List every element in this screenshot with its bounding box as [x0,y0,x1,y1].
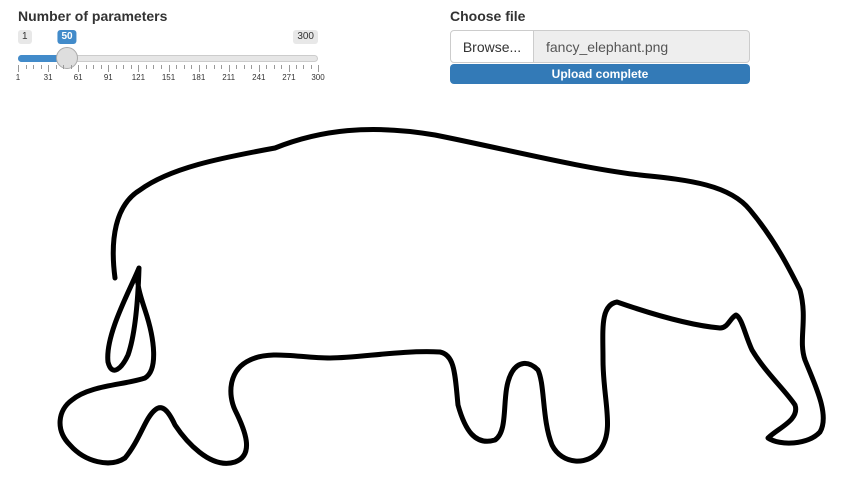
slider-minor-tick [63,65,65,69]
slider-minor-tick [243,65,245,69]
slider-minor-tick [33,65,35,69]
slider-tick [168,65,170,72]
slider-tick-label: 211 [222,73,236,82]
slider-minor-tick [115,65,117,69]
slider-tick-label: 300 [311,73,325,82]
slider-minor-tick [236,65,238,69]
parameters-slider[interactable]: 1 300 50 1 31 61 91 121 151 181 211 241 271 300 [15,28,325,88]
slider-tick-label: 241 [252,73,266,82]
slider-minor-tick [85,65,87,69]
slider-tick [258,65,260,72]
slider-minor-tick [213,65,215,69]
slider-max-label: 300 [293,30,318,44]
slider-minor-tick [266,65,268,69]
slider-tick [138,65,140,72]
slider-minor-tick [123,65,125,69]
slider-minor-tick [93,65,95,69]
slider-minor-tick [55,65,57,69]
slider-tick [18,65,19,72]
slider-tick-label: 151 [161,73,176,82]
elephant-plot [57,127,826,466]
slider-minor-tick [303,65,305,69]
slider-tick [228,65,230,72]
slider-minor-tick [145,65,147,69]
slider-minor-tick [310,65,312,69]
app-page: Number of parameters 1 300 50 1 31 61 91 121… [0,0,847,481]
slider-minor-tick [221,65,223,69]
slider-minor-tick [281,65,283,69]
slider-minor-tick [25,65,27,69]
slider-minor-tick [130,65,132,69]
slider-minor-tick [40,65,42,69]
slider-tick-label: 31 [43,73,53,82]
file-input-label: Choose file [450,8,526,24]
slider-minor-tick [183,65,185,69]
slider-tick [108,65,110,72]
browse-button[interactable]: Browse... [450,30,534,63]
slider-tick [78,65,80,72]
slider-tick [288,65,290,72]
upload-progress: Upload complete [450,64,750,84]
slider-tick-label: 181 [191,73,206,82]
slider-minor-tick [70,65,72,69]
slider-minor-tick [206,65,208,69]
upload-progress-bar: Upload complete [450,64,750,84]
elephant-outline-icon [57,127,826,466]
slider-minor-tick [191,65,193,69]
slider-tick-label: 271 [282,73,296,82]
slider-minor-tick [176,65,178,69]
slider-tick-label: 1 [15,73,21,82]
file-name-field[interactable]: fancy_elephant.png [534,30,750,63]
slider-minor-tick [251,65,253,69]
slider-tick [198,65,200,72]
slider-tick-label: 91 [103,73,113,82]
file-input[interactable]: Browse... fancy_elephant.png [450,30,750,63]
slider-tick [318,65,319,72]
slider-minor-tick [296,65,298,69]
slider-minor-tick [160,65,162,69]
slider-minor-tick [153,65,155,69]
slider-tick [48,65,50,72]
slider-tick-label: 121 [131,73,146,82]
slider-ticks: 1 31 61 91 121 151 181 211 241 271 300 [15,65,325,85]
slider-min-label: 1 [18,30,32,44]
slider-tick-label: 61 [73,73,83,82]
slider-label: Number of parameters [18,8,168,24]
slider-minor-tick [273,65,275,69]
slider-value-badge: 50 [57,30,77,44]
slider-minor-tick [100,65,102,69]
